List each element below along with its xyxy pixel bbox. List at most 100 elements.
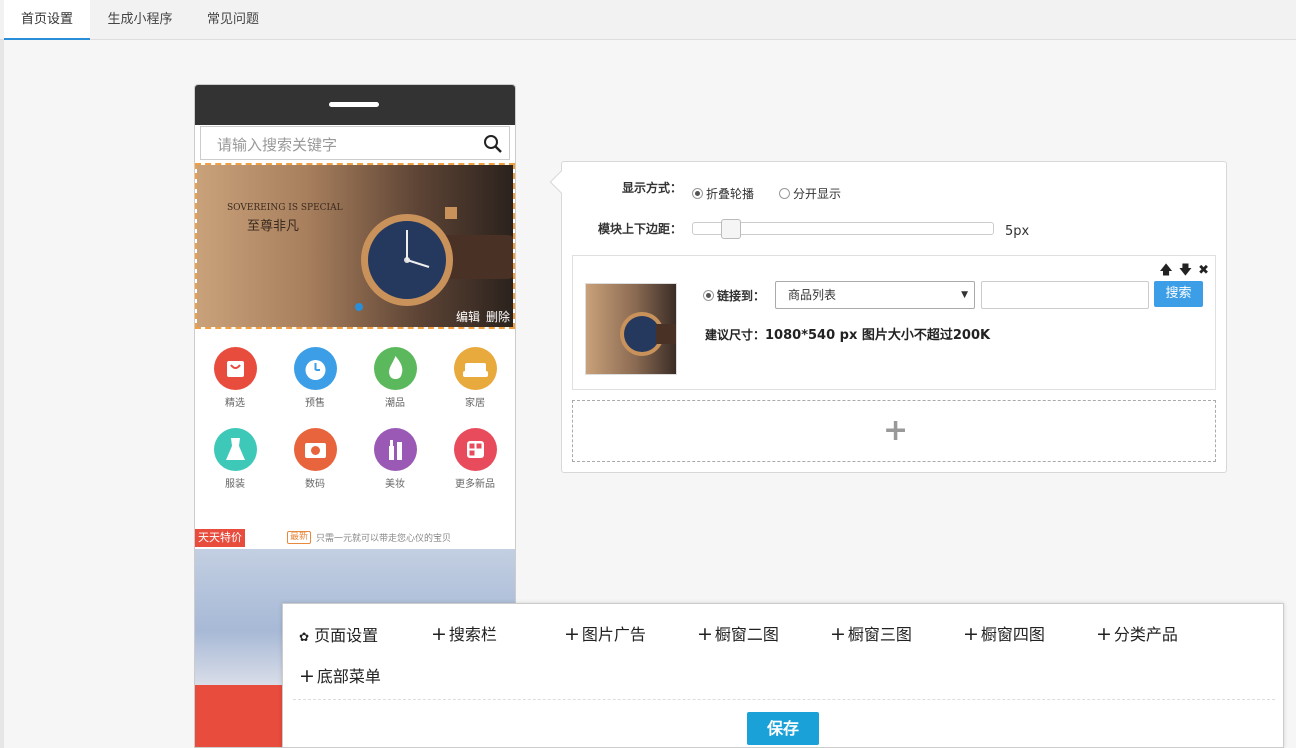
- toolbar-label: 搜索栏: [448, 625, 497, 644]
- category-item[interactable]: 数码: [275, 428, 355, 490]
- category-item[interactable]: 预售: [275, 347, 355, 409]
- suggested-size: 建议尺寸：1080*540 px 图片大小不超过200K: [705, 324, 990, 343]
- plus-icon: +: [1096, 623, 1112, 645]
- alarm-clock-icon: [293, 347, 337, 390]
- radio-label: 分开显示: [793, 187, 842, 201]
- new-badge: 最新: [287, 531, 312, 544]
- close-icon[interactable]: ✖: [1198, 263, 1209, 278]
- radio-unchecked-icon: [779, 188, 790, 199]
- category-item[interactable]: 美妆: [355, 428, 435, 490]
- banner-thumbnail[interactable]: [585, 283, 677, 375]
- link-label: 链接到：: [717, 289, 766, 303]
- carousel-indicator: [355, 303, 363, 311]
- select-value: 商品列表: [788, 288, 837, 302]
- banner-title: 至尊非凡: [247, 219, 300, 234]
- top-nav: 首页设置 生成小程序 常见问题: [0, 0, 1296, 40]
- deal-text: 只需一元就可以带走您心仪的宝贝: [316, 534, 452, 544]
- panel-arrow: [549, 170, 573, 194]
- add-search-bar-button[interactable]: + 搜索栏: [431, 621, 497, 645]
- toolbar-divider: [293, 699, 1275, 700]
- config-panel: 显示方式： 折叠轮播 分开显示 模块上下边距： 5px 🡅 🡇 ✖ 链接到： 商品列…: [549, 161, 1227, 473]
- add-banner-button[interactable]: +: [572, 400, 1216, 462]
- shopping-bag-icon: [213, 347, 257, 390]
- plus-icon: +: [564, 623, 580, 645]
- move-up-icon[interactable]: 🡅: [1159, 263, 1172, 278]
- banner-carousel[interactable]: SOVEREING IS SPECIAL 至尊非凡 编辑 删除: [195, 163, 515, 329]
- item-controls: 🡅 🡇 ✖: [1153, 261, 1209, 283]
- toolbar-label: 图片广告: [581, 625, 646, 644]
- plus-icon: +: [963, 623, 979, 645]
- add-bottom-menu-button[interactable]: + 底部菜单: [299, 663, 381, 687]
- flame-icon: [373, 347, 417, 390]
- watch-image: [361, 207, 513, 306]
- module-toolbar: ✿ 页面设置 + 搜索栏 + 图片广告 + 橱窗二图 + 橱窗三图 + 橱窗四图 + 分类产…: [282, 603, 1284, 748]
- banner-ops: 编辑 删除: [450, 308, 510, 325]
- link-type-select[interactable]: 商品列表 ▼: [775, 281, 975, 309]
- size-value: 1080*540 px 图片大小不超过200K: [765, 328, 991, 343]
- search-placeholder: 请输入搜索关键字: [217, 136, 338, 154]
- phone-header: [195, 85, 515, 125]
- radio-fold-carousel[interactable]: 折叠轮播: [692, 185, 754, 202]
- search-button[interactable]: 搜索: [1154, 281, 1203, 307]
- phone-search-bar[interactable]: 请输入搜索关键字: [200, 126, 510, 160]
- radio-separate-display[interactable]: 分开显示: [779, 185, 841, 202]
- toolbar-label: 页面设置: [314, 626, 379, 645]
- gear-icon: ✿: [299, 630, 310, 644]
- category-item[interactable]: 潮品: [355, 347, 435, 409]
- radio-checked-icon: [692, 188, 703, 199]
- category-label: 家居: [465, 398, 485, 409]
- banner-item-editor: 🡅 🡇 ✖ 链接到： 商品列表 ▼ 搜索 建议尺寸：1080*540 px 图片大小…: [572, 255, 1216, 390]
- slider-handle[interactable]: [721, 219, 741, 239]
- tab-generate-miniprogram[interactable]: 生成小程序: [96, 0, 184, 40]
- plus-icon: +: [830, 623, 846, 645]
- grid-icon: [453, 428, 497, 471]
- banner-tagline: SOVEREING IS SPECIAL: [227, 203, 343, 213]
- toolbar-label: 橱窗三图: [847, 625, 912, 644]
- dress-icon: [213, 428, 257, 471]
- delete-link[interactable]: 删除: [486, 310, 510, 324]
- category-item[interactable]: 服装: [195, 428, 275, 490]
- move-down-icon[interactable]: 🡇: [1179, 263, 1192, 278]
- margin-value: 5px: [1005, 224, 1030, 239]
- radio-label: 折叠轮播: [706, 187, 755, 201]
- category-item[interactable]: 家居: [435, 347, 515, 409]
- category-label: 精选: [225, 398, 245, 409]
- margin-slider[interactable]: [692, 219, 994, 239]
- category-label: 潮品: [385, 398, 405, 409]
- add-window-3-button[interactable]: + 橱窗三图: [830, 621, 912, 645]
- page-settings-button[interactable]: ✿ 页面设置: [299, 622, 378, 646]
- toolbar-label: 分类产品: [1113, 625, 1178, 644]
- plus-icon: +: [697, 623, 713, 645]
- plus-icon: +: [883, 413, 909, 448]
- add-category-products-button[interactable]: + 分类产品: [1096, 621, 1178, 645]
- keyword-input[interactable]: [981, 281, 1149, 309]
- camera-icon: [293, 428, 337, 471]
- phone-speaker: [329, 102, 379, 107]
- category-label: 服装: [225, 479, 245, 490]
- toolbar-label: 底部菜单: [316, 667, 381, 686]
- category-label: 美妆: [385, 479, 405, 490]
- toolbar-label: 橱窗四图: [980, 625, 1045, 644]
- add-image-ad-button[interactable]: + 图片广告: [564, 621, 646, 645]
- radio-checked-icon: [703, 290, 714, 301]
- watch-thumbnail-image: [620, 312, 676, 356]
- chevron-down-icon: ▼: [961, 290, 968, 300]
- link-to-radio[interactable]: 链接到：: [703, 287, 765, 304]
- plus-icon: +: [299, 665, 315, 687]
- edit-link[interactable]: 编辑: [456, 310, 480, 324]
- category-label: 更多新品: [455, 479, 495, 490]
- save-button[interactable]: 保存: [747, 712, 819, 745]
- margin-label: 模块上下边距：: [598, 222, 683, 236]
- add-window-2-button[interactable]: + 橱窗二图: [697, 621, 779, 645]
- toolbar-label: 橱窗二图: [714, 625, 779, 644]
- banner-image: SOVEREING IS SPECIAL 至尊非凡 编辑 删除: [197, 165, 513, 327]
- daily-deal-bar: 天天特价 最新 只需一元就可以带走您心仪的宝贝: [195, 529, 515, 547]
- category-item[interactable]: 精选: [195, 347, 275, 409]
- add-window-4-button[interactable]: + 橱窗四图: [963, 621, 1045, 645]
- tab-faq[interactable]: 常见问题: [192, 0, 274, 40]
- category-label: 数码: [305, 479, 325, 490]
- daily-deal-tag: 天天特价: [195, 529, 245, 547]
- category-item[interactable]: 更多新品: [435, 428, 515, 490]
- tab-home-settings[interactable]: 首页设置: [4, 0, 90, 40]
- left-border: [0, 40, 4, 748]
